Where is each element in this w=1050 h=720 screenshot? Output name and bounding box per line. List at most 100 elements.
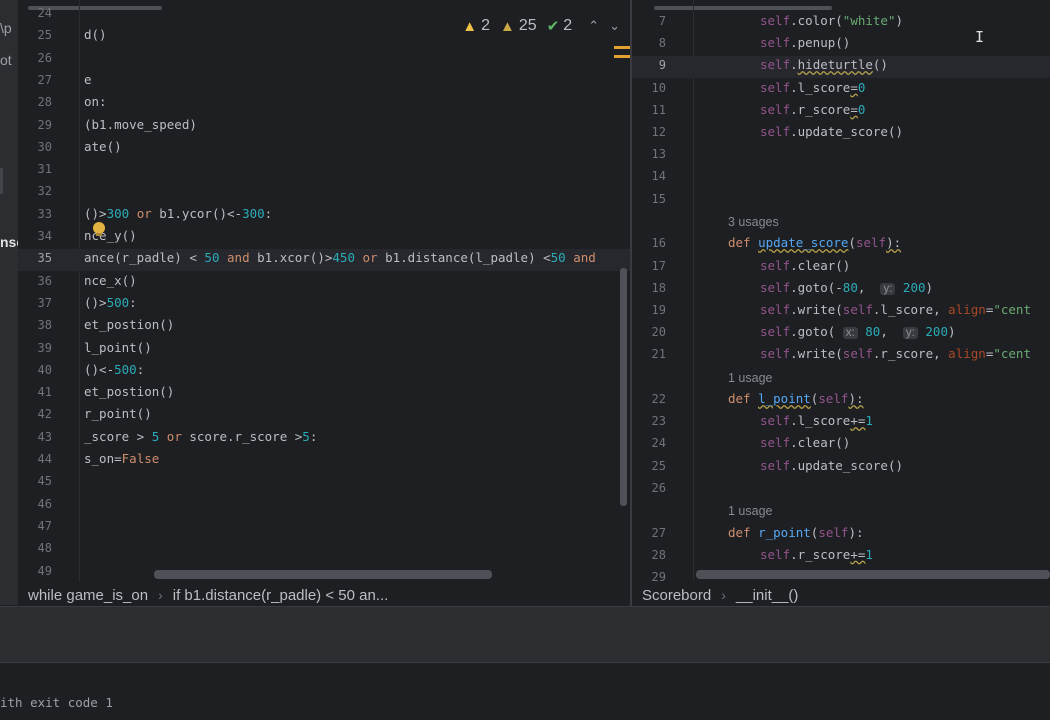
code-line[interactable]: ()>500:: [84, 295, 137, 310]
code-token: ance(r_padle) <: [84, 250, 205, 266]
line-number: 34: [37, 229, 52, 243]
code-token: .clear(): [790, 435, 851, 451]
line-number: 29: [37, 117, 52, 132]
code-line[interactable]: ()>300 or b1.ycor()<-300:: [84, 206, 272, 221]
code-token: self: [855, 235, 887, 251]
run-tool-window[interactable]: ith exit code 1: [0, 606, 1050, 720]
horizontal-scrollbar[interactable]: [696, 570, 1050, 579]
code-line[interactable]: nce_x(): [84, 273, 137, 288]
line-number: 41: [37, 385, 52, 400]
line-number: 25: [37, 28, 52, 43]
typo-check-icon: ✔: [546, 18, 560, 35]
code-line[interactable]: def l_point(self):: [728, 391, 864, 406]
code-line[interactable]: (b1.move_speed): [84, 117, 197, 132]
code-line[interactable]: self.clear(): [760, 258, 850, 273]
code-line[interactable]: self.clear(): [760, 435, 850, 450]
code-line[interactable]: self.update_score(): [760, 124, 903, 139]
code-token: et_postion(): [84, 317, 175, 333]
usages-hint[interactable]: 1 usage: [728, 504, 772, 518]
code-line[interactable]: self.l_score+=1: [760, 413, 873, 428]
code-line[interactable]: self.write(self.l_score, align="cent: [760, 302, 1031, 317]
code-line[interactable]: e: [84, 72, 92, 87]
warning-stripe-mark[interactable]: [614, 55, 630, 58]
vertical-scrollbar[interactable]: [620, 268, 627, 506]
code-token: ): [895, 13, 904, 28]
line-number: 49: [37, 563, 52, 578]
code-line[interactable]: ()<-500:: [84, 362, 144, 377]
code-line[interactable]: self.penup(): [760, 35, 850, 50]
code-line[interactable]: self.update_score(): [760, 458, 903, 473]
code-line[interactable]: self.l_score=0: [760, 80, 865, 95]
line-number: 29: [651, 569, 666, 582]
code-line[interactable]: self.color("white"): [760, 13, 903, 28]
code-token: r_point: [758, 524, 811, 540]
code-line[interactable]: ate(): [84, 139, 122, 154]
code-line[interactable]: self.goto( x: 80, y: 200): [760, 324, 956, 340]
code-line[interactable]: def update_score(self):: [728, 235, 901, 250]
code-token: 50: [550, 250, 566, 266]
code-line[interactable]: ance(r_padle) < 50 and b1.xcor()>450 or …: [84, 250, 596, 265]
code-line[interactable]: l_point(): [84, 340, 152, 355]
code-token: .write(: [790, 301, 843, 317]
top-scroll-indicator[interactable]: [654, 6, 832, 10]
code-token: .update_score(): [790, 457, 903, 473]
code-token: 0: [857, 101, 866, 117]
code-line[interactable]: et_postion(): [84, 384, 174, 399]
project-tool-window-edge[interactable]: \p ot nse: [0, 0, 18, 605]
code-line[interactable]: def r_point(self):: [728, 525, 864, 540]
previous-problem-icon[interactable]: ⌃: [588, 18, 599, 34]
breadcrumb-item[interactable]: while game_is_on: [28, 587, 148, 604]
code-token: .update_score(): [790, 124, 903, 139]
code-line[interactable]: self.goto(-80, y: 200): [760, 280, 933, 295]
code-line[interactable]: self.r_score+=1: [760, 547, 873, 562]
breadcrumb-item[interactable]: if b1.distance(r_padle) < 50 an...: [173, 587, 389, 604]
code-token: :: [264, 205, 273, 221]
code-token: self: [760, 413, 791, 429]
code-token: or: [136, 205, 152, 221]
console-text: ith exit code 1: [0, 695, 113, 710]
line-number: 16: [651, 236, 666, 251]
usages-hint[interactable]: 1 usage: [728, 371, 772, 385]
code-token: or: [166, 428, 182, 444]
code-token: +=: [850, 546, 866, 562]
code-token: :: [129, 294, 137, 310]
line-number: 7: [658, 14, 666, 28]
code-token: self: [842, 346, 873, 362]
gutter-divider: [79, 0, 80, 582]
code-token: self: [760, 546, 791, 562]
line-number: 43: [37, 429, 52, 444]
warning-stripe-mark[interactable]: [614, 46, 630, 49]
line-number: 36: [37, 273, 52, 288]
editor-left[interactable]: 24 25 d() 26 27 e 28 on: 29 (b1.move_speed) 30 ate(…: [18, 0, 630, 582]
console-output[interactable]: [0, 663, 1050, 720]
code-line[interactable]: r_point(): [84, 406, 152, 421]
line-number: 25: [651, 458, 666, 473]
code-line[interactable]: nce_y(): [84, 228, 137, 243]
next-problem-icon[interactable]: ⌄: [609, 18, 620, 34]
code-line[interactable]: d(): [84, 27, 107, 42]
lightbulb-icon[interactable]: [93, 222, 105, 236]
breadcrumb-item[interactable]: __init__(): [736, 587, 799, 604]
code-token: 80: [865, 324, 881, 340]
usages-hint[interactable]: 3 usages: [728, 215, 779, 229]
inspections-widget[interactable]: ▲ 2 ▲ 25 ✔ 2 ⌃ ⌄: [462, 17, 620, 35]
code-line[interactable]: self.r_score=0: [760, 102, 865, 117]
code-line[interactable]: _score > 5 or score.r_score >5:: [84, 429, 317, 444]
editor-right[interactable]: 7 self.color("white") 8 self.penup() 9 self.h…: [632, 0, 1050, 582]
code-line[interactable]: self.write(self.r_score, align="cent: [760, 346, 1031, 361]
code-line[interactable]: s_on=False: [84, 451, 159, 466]
code-line[interactable]: et_postion(): [84, 317, 174, 332]
line-number: 47: [37, 518, 52, 533]
code-line[interactable]: self.hideturtle(): [760, 57, 888, 72]
code-token: ,: [857, 279, 881, 295]
horizontal-scrollbar[interactable]: [154, 570, 492, 579]
code-token: .l_score: [790, 413, 851, 429]
breadcrumb-item[interactable]: Scorebord: [642, 587, 711, 604]
code-line[interactable]: on:: [84, 94, 107, 109]
breadcrumb[interactable]: Scorebord › __init__(): [642, 582, 1042, 608]
breadcrumb[interactable]: while game_is_on › if b1.distance(r_padl…: [28, 582, 628, 608]
code-token: (: [848, 235, 856, 251]
